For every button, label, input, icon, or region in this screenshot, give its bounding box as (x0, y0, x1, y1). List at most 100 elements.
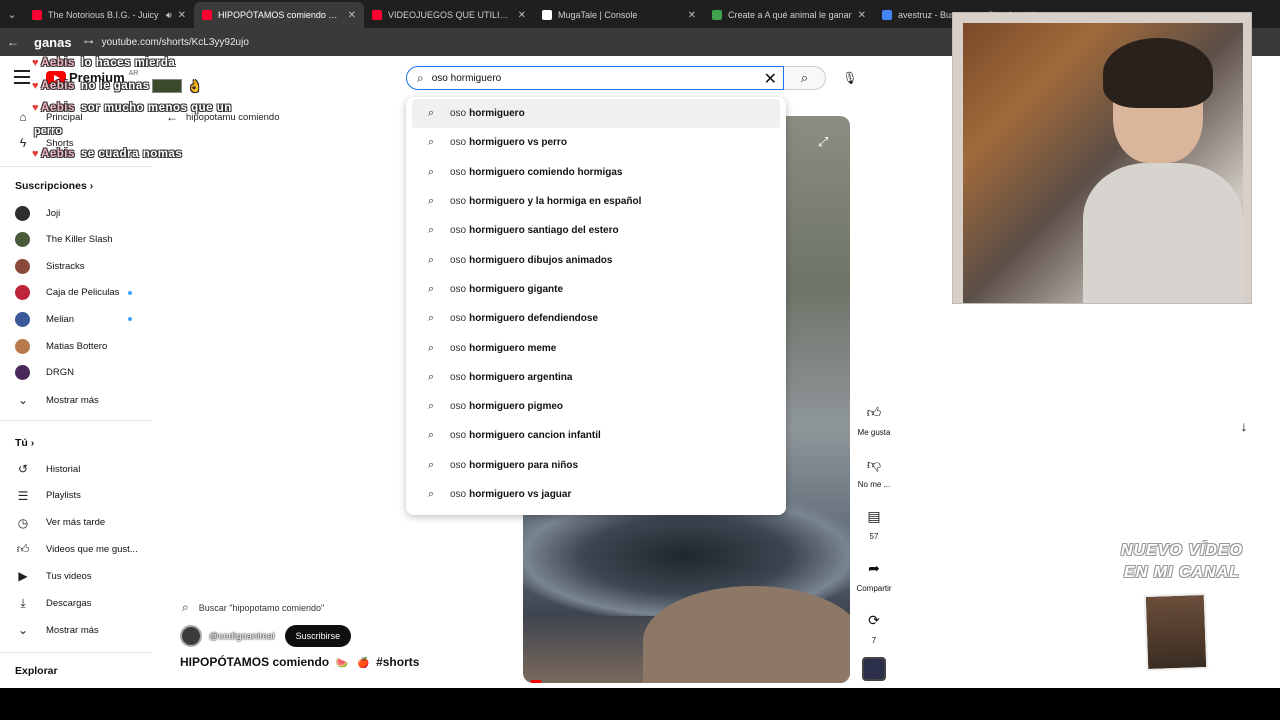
browser-tab[interactable]: The Notorious B.I.G. - Juicy 🔊︎ ✕ (24, 2, 194, 28)
close-tab-icon[interactable]: ✕ (518, 10, 526, 21)
favicon-icon (712, 10, 722, 20)
channel-search-chip[interactable]: ⌕ Buscar "hipopotamo comiendo" (182, 600, 324, 615)
browser-tab[interactable]: HIPOPÓTAMOS comiendo 🍉🍎 ✕ (194, 2, 364, 28)
you-item[interactable]: ⤓ Descargas (0, 590, 152, 616)
channel-name[interactable]: @codigoanimal (209, 631, 275, 642)
subscriptions-header[interactable]: Suscripciones › (15, 180, 93, 192)
sound-thumbnail[interactable] (862, 657, 886, 681)
suggestion-item[interactable]: ⌕ oso hormiguero comiendo hormigas (412, 158, 780, 187)
suggestion-item[interactable]: ⌕ oso hormiguero argentina (412, 363, 780, 392)
subscription-item[interactable]: Melian (0, 306, 152, 332)
tab-search-icon[interactable]: ⌄ (0, 0, 24, 28)
search-button[interactable]: ⌕ (784, 66, 826, 90)
show-more-you[interactable]: ⌄ Mostrar más (0, 617, 152, 643)
subscription-item[interactable]: DRGN (0, 360, 152, 386)
avatar (15, 232, 30, 248)
search-icon: ⌕ (428, 400, 435, 413)
chat-message: ♥ Aebis no le ganas 👌 (32, 79, 203, 93)
thumb-up-icon: 👍︎ (16, 541, 30, 556)
mic-icon[interactable]: 🎙 (836, 66, 864, 90)
search-icon: ⌕ (428, 282, 435, 295)
comment-icon: ▤ (867, 507, 881, 524)
menu-icon[interactable] (14, 70, 30, 84)
arrow-down-icon[interactable]: ↓ (1232, 418, 1256, 442)
suggestion-item[interactable]: ⌕ oso hormiguero meme (412, 333, 780, 362)
promo-thumbnail (1143, 592, 1209, 672)
comments-button[interactable]: ▤ 57 (852, 504, 896, 542)
close-icon[interactable]: ✕ (764, 69, 777, 89)
ok-hand-emoji: 👌 (187, 81, 203, 93)
webcam-feed (963, 23, 1243, 303)
playlist-icon: ☰ (17, 488, 29, 503)
suggestion-item[interactable]: ⌕ oso hormiguero dibujos animados (412, 245, 780, 274)
you-item-label: Ver más tarde (46, 517, 106, 529)
suggestion-item[interactable]: ⌕ oso hormiguero vs jaguar (412, 480, 780, 509)
suggestion-item[interactable]: ⌕ oso hormiguero santiago del estero (412, 216, 780, 245)
show-more-subscriptions[interactable]: ⌄ Mostrar más (0, 387, 152, 413)
subscription-name: Matias Bottero (46, 340, 108, 352)
close-tab-icon[interactable]: ✕ (178, 10, 186, 21)
remix-button[interactable]: ⟳ 7 (852, 608, 896, 646)
thumb-down-icon: 👎︎ (866, 455, 882, 472)
browser-tab[interactable]: Create a A qué animal le ganar ✕ (704, 2, 874, 28)
share-button[interactable]: ➦ Compartir (852, 556, 896, 594)
subscribe-button[interactable]: Suscribirse (284, 625, 352, 647)
heart-icon: ♥ (32, 57, 40, 69)
video-title: HIPOPÓTAMOS comiendo 🍉 🍎 #shorts (180, 655, 420, 669)
suggestion-item[interactable]: ⌕ oso hormiguero vs perro (412, 128, 780, 157)
subscription-item[interactable]: Sistracks (0, 253, 152, 279)
site-info-icon[interactable]: ⊶ (84, 37, 94, 48)
suggestion-item[interactable]: ⌕ oso hormiguero y la hormiga en español (412, 187, 780, 216)
suggestion-item[interactable]: ⌕ oso hormiguero para niños (412, 451, 780, 480)
avatar (15, 205, 30, 221)
you-item[interactable]: ↺ Historial (0, 456, 152, 482)
you-item-label: Videos que me gust... (46, 543, 138, 555)
search-suggestions: ⌕ oso hormiguero ⌕ oso hormiguero vs perro ⌕ os… (406, 97, 786, 515)
chat-message: ♥ Aebis se cuadra nomas (32, 148, 183, 160)
avatar[interactable] (180, 625, 202, 647)
video-progress-bar[interactable] (531, 680, 541, 683)
you-header[interactable]: Tú › (15, 437, 34, 449)
you-item[interactable]: ☰ Playlists (0, 483, 152, 509)
subscription-item[interactable]: Joji (0, 200, 152, 226)
hashtag-link[interactable]: #shorts (376, 655, 419, 669)
chevron-right-icon: › (89, 180, 94, 192)
like-button[interactable]: 👍︎ Me gusta (852, 400, 896, 438)
fullscreen-icon[interactable]: ⤢ (818, 134, 828, 150)
suggestion-item[interactable]: ⌕ oso hormiguero defendiendose (412, 304, 780, 333)
you-item[interactable]: ▶ Tus videos (0, 563, 152, 589)
show-more-label: Mostrar más (46, 624, 99, 636)
share-icon: ➦ (868, 559, 880, 576)
browser-tab[interactable]: VIDEOJUEGOS QUE UTILIZARON ✕ (364, 2, 534, 28)
close-tab-icon[interactable]: ✕ (858, 10, 866, 21)
audio-icon[interactable]: 🔊︎ (166, 10, 172, 21)
search-icon: ⌕ (428, 370, 435, 383)
chevron-down-icon: ⌄ (17, 393, 29, 407)
suggestion-item[interactable]: ⌕ oso hormiguero gigante (412, 275, 780, 304)
search-icon: ⌕ (428, 253, 435, 266)
close-tab-icon[interactable]: ✕ (688, 10, 696, 21)
favicon-icon (542, 10, 552, 20)
dislike-button[interactable]: 👎︎ No me ... (852, 452, 896, 490)
url-field[interactable]: youtube.com/shorts/KcL3yy92ujo (102, 37, 249, 48)
back-arrow-icon[interactable]: ← (0, 35, 26, 49)
search-icon: ⌕ (428, 488, 435, 500)
subscription-name: Melian (46, 313, 74, 325)
subscription-item[interactable]: Caja de Peliculas (0, 280, 152, 306)
channel-row: @codigoanimal Suscribirse (180, 625, 352, 647)
suggestion-item[interactable]: ⌕ oso hormiguero cancion infantil (412, 421, 780, 450)
you-item[interactable]: 👍︎ Videos que me gust... (0, 536, 152, 562)
browser-tab[interactable]: MugaTale | Console ✕ (534, 2, 704, 28)
close-tab-icon[interactable]: ✕ (348, 10, 356, 21)
search-box[interactable]: ⌕ ✕ (406, 66, 784, 90)
suggestion-item[interactable]: ⌕ oso hormiguero (412, 99, 780, 129)
you-item-label: Playlists (46, 490, 81, 502)
search-input[interactable] (431, 72, 742, 84)
thumb-up-icon: 👍︎ (866, 403, 882, 420)
suggestion-item[interactable]: ⌕ oso hormiguero pigmeo (412, 392, 780, 421)
subscription-item[interactable]: The Killer Slash (0, 227, 152, 253)
heart-icon: ♥ (32, 148, 40, 160)
screen: ⌄ The Notorious B.I.G. - Juicy 🔊︎ ✕ HIPOPÓT… (0, 0, 1280, 720)
subscription-item[interactable]: Matias Bottero (0, 333, 152, 359)
you-item[interactable]: ◷ Ver más tarde (0, 510, 152, 536)
